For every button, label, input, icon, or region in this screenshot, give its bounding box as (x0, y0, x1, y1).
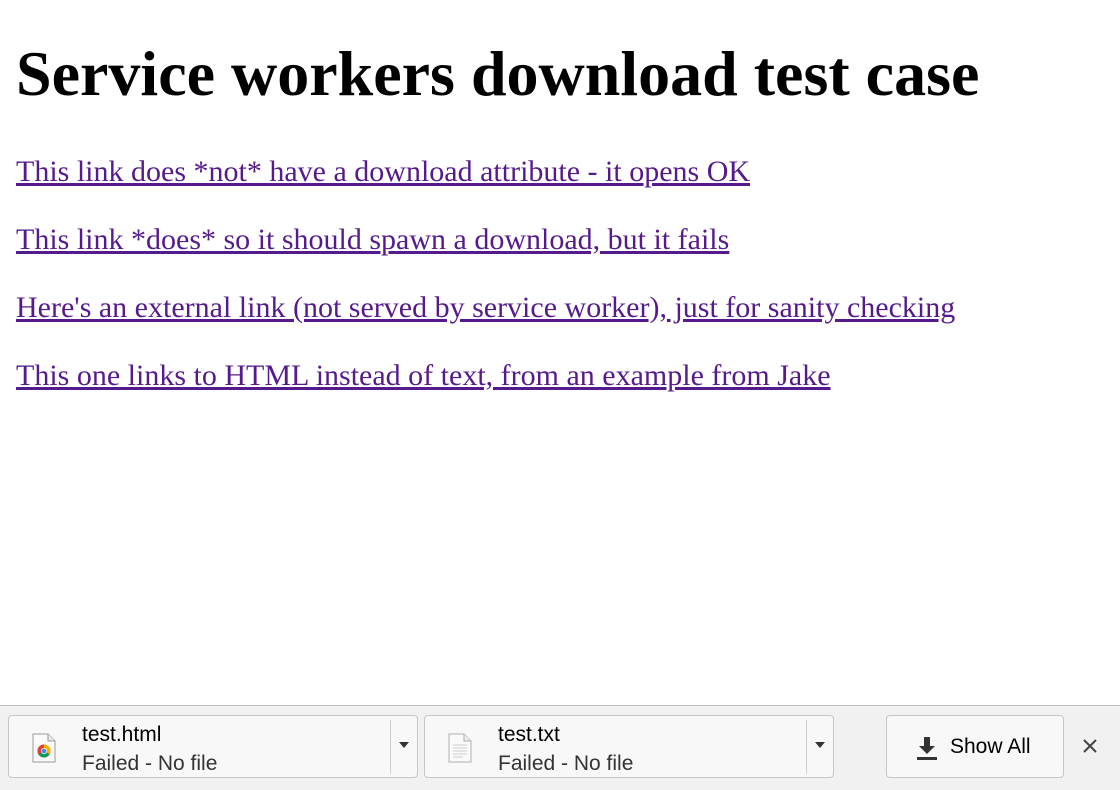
download-filename: test.txt (498, 723, 560, 746)
close-shelf-button[interactable] (1075, 732, 1105, 762)
web-page: Service workers download test case This … (0, 0, 1120, 705)
show-all-button[interactable]: Show All (886, 715, 1064, 778)
download-status: Failed - No file (82, 752, 218, 775)
page-title: Service workers download test case (16, 38, 980, 109)
download-filename: test.html (82, 723, 162, 746)
chrome-file-icon (32, 733, 56, 763)
download-menu-button[interactable] (391, 716, 417, 777)
download-menu-button[interactable] (807, 716, 833, 777)
link-external[interactable]: Here's an external link (not served by s… (16, 290, 955, 326)
text-file-icon (448, 733, 472, 763)
download-status: Failed - No file (498, 752, 634, 775)
download-item-test-txt[interactable]: test.txt Failed - No file (424, 715, 834, 778)
link-no-download-attribute[interactable]: This link does *not* have a download att… (16, 154, 750, 190)
close-icon (1083, 739, 1097, 753)
link-with-download-attribute[interactable]: This link *does* so it should spawn a do… (16, 222, 729, 258)
show-all-label: Show All (950, 735, 1031, 758)
download-shelf: test.html Failed - No file test.txt Fail… (0, 705, 1120, 790)
chevron-down-icon (399, 742, 409, 748)
download-arrow-icon (915, 735, 939, 761)
download-item-test-html[interactable]: test.html Failed - No file (8, 715, 418, 778)
link-html-example[interactable]: This one links to HTML instead of text, … (16, 358, 831, 394)
chevron-down-icon (815, 742, 825, 748)
